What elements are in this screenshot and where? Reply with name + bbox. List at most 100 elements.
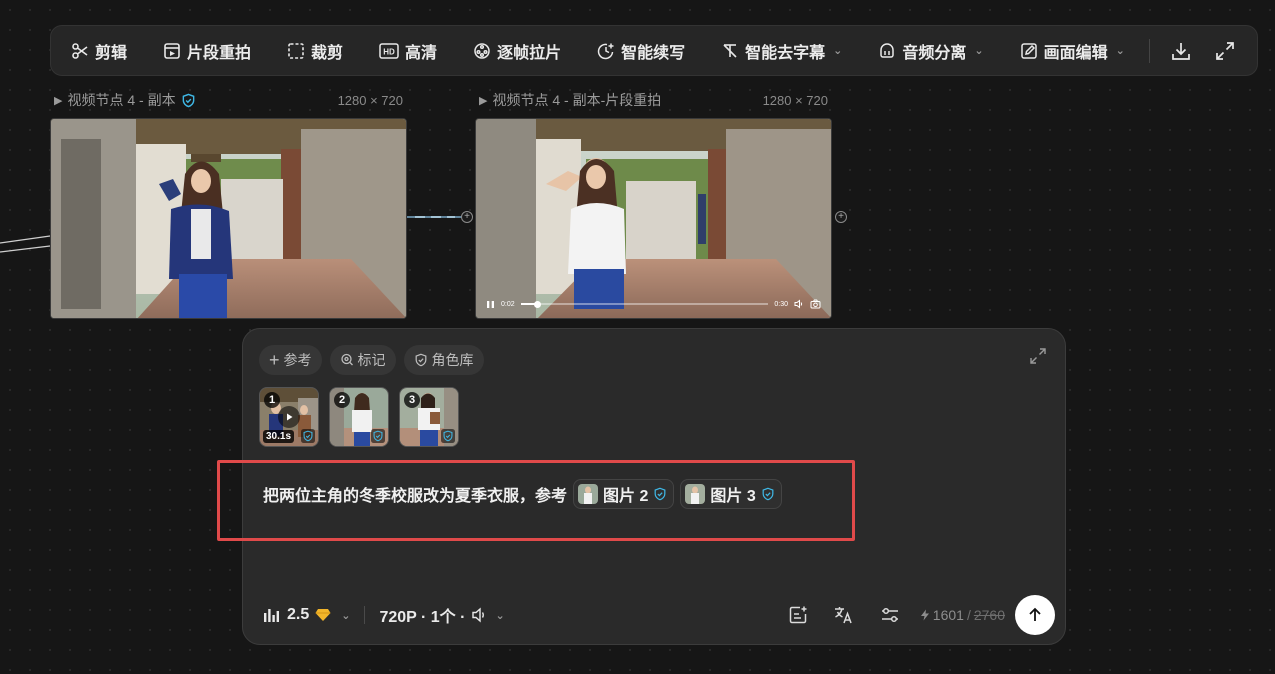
video-duration: 0:30 [774,300,788,308]
play-triangle-icon[interactable]: ▶ [479,94,487,107]
bar-chart-icon [263,607,281,623]
video-current-time: 0:02 [501,300,515,308]
tool-frame-analysis-label: 逐帧拉片 [497,44,562,62]
gem-icon [315,608,331,622]
mark-label: 标记 [357,352,386,368]
character-library-chip[interactable]: 角色库 [403,345,484,375]
tool-smart-continue-button[interactable]: 智能续写 [597,33,685,69]
sliders-icon [880,606,900,624]
mention-thumbnail [685,484,706,504]
verified-shield-icon [761,487,775,501]
mention-label: 图片 3 [710,488,756,505]
mark-chip[interactable]: 标记 [329,345,396,375]
video-node-1[interactable]: ▶ 视频节点 4 - 副本 1280 × 720 [50,90,407,319]
prompt-text: 把两位主角的冬季校服改为夏季衣服，参考 [263,488,568,505]
location-pin-icon [340,353,354,367]
mention-image-2[interactable]: 图片 2 [573,479,675,509]
credits-display: 1601 / 2760 [920,607,1005,623]
verified-shield-icon [181,93,196,108]
camera-icon[interactable] [810,299,821,309]
toolbar: 剪辑 片段重拍 裁剪 HD 高清 逐帧拉片 智能续写 智能去字幕 ⌄ 音频分离 … [50,25,1258,76]
prompt-bottom-bar: 2.5 ⌄ 720P · 1个 · ⌄ 1601 / 2760 [263,595,1055,635]
fullscreen-button[interactable] [1210,36,1240,66]
speaker-icon [471,607,489,623]
video-node-2-player[interactable]: 0:02 0:30 [475,118,832,319]
tool-remove-subtitle-label: 智能去字幕 [745,44,826,62]
chevron-down-icon: ⌄ [1115,45,1125,57]
toolbar-divider [1148,38,1150,63]
chevron-down-icon: ⌄ [495,609,505,622]
tool-cut-button[interactable]: 剪辑 [71,33,127,69]
reference-thumbnails: 1 30.1s 2 3 [259,387,459,447]
reference-duration: 30.1s [263,430,295,443]
document-plus-icon [788,605,808,625]
svg-text:HD: HD [383,47,395,56]
edit-icon [1020,42,1038,60]
output-settings-selector[interactable]: 720P · 1个 · ⌄ [379,603,505,627]
tool-crop-label: 裁剪 [311,44,344,62]
mention-image-3[interactable]: 图片 3 [680,479,782,509]
video-node-1-dims: 1280 × 720 [337,92,403,108]
add-reference-chip[interactable]: + 参考 [259,345,322,375]
play-triangle-icon[interactable]: ▶ [54,94,62,107]
reference-number: 2 [334,392,350,408]
video-node-2[interactable]: ▶ 视频节点 4 - 副本-片段重拍 1280 × 720 0:02 0:30 [475,90,832,319]
reference-number: 1 [264,392,280,408]
tool-hd-button[interactable]: HD 高清 [379,33,437,69]
video-node-2-header: ▶ 视频节点 4 - 副本-片段重拍 1280 × 720 [475,90,832,110]
prompt-template-button[interactable] [782,599,814,631]
video-node-2-title: 视频节点 4 - 副本-片段重拍 [492,92,662,108]
smart-continue-icon [597,42,615,60]
mention-thumbnail [578,484,599,504]
reference-item-1[interactable]: 1 30.1s [259,387,319,447]
video-node-2-dims: 1280 × 720 [762,92,828,108]
connector-input-dot[interactable]: + [461,211,473,223]
tool-reshoot-label: 片段重拍 [187,44,252,62]
reference-item-2[interactable]: 2 [329,387,389,447]
reference-chips: + 参考 标记 角色库 [259,345,484,375]
reference-number: 3 [404,392,420,408]
tool-reshoot-button[interactable]: 片段重拍 [163,33,251,69]
bottom-divider [364,606,366,624]
verified-shield-icon [653,487,667,501]
tool-frame-analysis-button[interactable]: 逐帧拉片 [473,33,561,69]
add-reference-label: 参考 [283,352,312,368]
download-button[interactable] [1166,36,1196,66]
fullscreen-icon [1214,40,1236,62]
tool-cut-label: 剪辑 [95,44,128,62]
arrow-up-icon [1026,606,1044,624]
expand-icon [1029,347,1047,365]
tool-remove-subtitle-button[interactable]: 智能去字幕 ⌄ [721,33,842,69]
audio-separate-icon [878,42,896,60]
volume-icon[interactable] [794,299,804,309]
video-progress-knob[interactable] [534,300,542,308]
translate-icon [833,605,855,625]
video-node-1-header: ▶ 视频节点 4 - 副本 1280 × 720 [50,90,407,110]
plus-icon: + [464,211,470,222]
send-button[interactable] [1015,595,1055,635]
video-progress-bar[interactable] [520,300,769,308]
reference-item-3[interactable]: 3 [399,387,459,447]
translate-button[interactable] [828,599,860,631]
play-icon[interactable] [278,406,300,428]
pause-icon[interactable] [486,300,495,309]
remove-subtitle-icon [721,42,739,60]
crop-icon [287,42,305,60]
frame-analysis-icon [473,42,491,60]
video-player-controls: 0:02 0:30 [476,290,831,318]
credits-original: 2760 [973,607,1005,623]
tool-audio-separate-button[interactable]: 音频分离 ⌄ [878,33,984,69]
expand-panel-button[interactable] [1029,347,1047,365]
tool-edit-button[interactable]: 画面编辑 ⌄ [1020,33,1125,69]
advanced-settings-button[interactable] [874,599,906,631]
model-selector[interactable]: 2.5 ⌄ [263,606,350,624]
tool-crop-button[interactable]: 裁剪 [287,33,343,69]
video-node-1-thumbnail[interactable] [50,118,407,319]
chevron-down-icon: ⌄ [974,45,984,57]
download-icon [1170,40,1192,62]
chevron-down-icon: ⌄ [833,45,843,57]
prompt-input[interactable]: 把两位主角的冬季校服改为夏季衣服，参考 图片 2 图片 3 [263,479,782,509]
connector-output-dot[interactable]: + [835,211,847,223]
verified-shield-icon [441,429,455,443]
verified-shield-icon [301,429,315,443]
